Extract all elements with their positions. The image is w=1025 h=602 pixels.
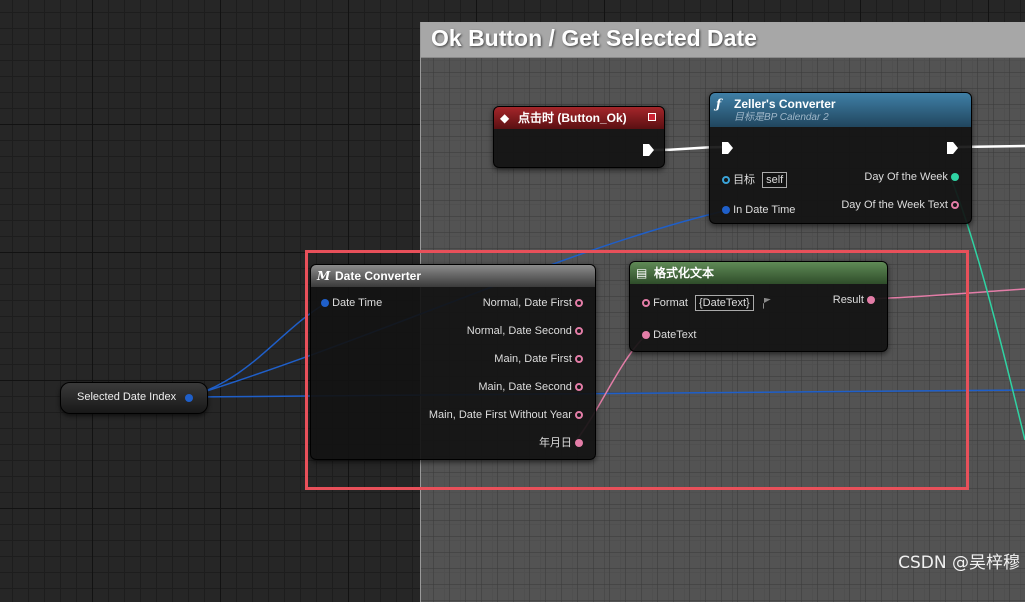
event-node-title: 点击时 (Button_Ok) xyxy=(518,111,627,125)
output-pin-row[interactable]: Main, Date First Without Year xyxy=(429,408,583,422)
date-converter-title: Date Converter xyxy=(335,269,422,283)
date-text-label: DateText xyxy=(653,329,697,341)
date-time-input-row[interactable]: Date Time xyxy=(321,296,382,310)
target-label: 目标 xyxy=(733,174,756,186)
target-pin[interactable] xyxy=(722,176,730,185)
day-of-week-pin-row[interactable]: Day Of the Week xyxy=(864,170,959,184)
output-label: Main, Date First xyxy=(494,353,572,365)
delegate-square-icon[interactable] xyxy=(648,113,656,121)
watermark: CSDN @吴梓穆 xyxy=(898,553,1020,573)
in-date-time-pin-row[interactable]: In Date Time xyxy=(722,203,795,217)
output-label: Normal, Date First xyxy=(482,297,572,309)
day-of-week-text-pin[interactable] xyxy=(951,201,959,210)
day-of-week-pin[interactable] xyxy=(951,173,959,182)
output-pin[interactable] xyxy=(575,411,583,420)
format-text-node[interactable]: ▤ 格式化文本 Format {DateText} Result DateTex… xyxy=(629,261,888,352)
output-pin[interactable] xyxy=(575,355,583,364)
format-text-icon: ▤ xyxy=(636,266,648,280)
result-pin-row[interactable]: Result xyxy=(833,293,875,307)
output-pin-row[interactable]: Normal, Date Second xyxy=(467,324,583,338)
event-node-header[interactable]: ◆ 点击时 (Button_Ok) xyxy=(494,107,664,129)
format-value-field[interactable]: {DateText} xyxy=(694,295,754,311)
datetime-wire-converter xyxy=(187,302,327,398)
output-pin-row[interactable]: Main, Date Second xyxy=(478,380,583,394)
format-pin-row[interactable]: Format {DateText} xyxy=(642,295,771,311)
day-of-week-text-label: Day Of the Week Text xyxy=(841,199,948,211)
format-label: Format xyxy=(653,297,688,309)
exec-input-pin[interactable] xyxy=(722,142,733,154)
selected-date-index-pin[interactable] xyxy=(185,394,193,402)
in-date-time-pin[interactable] xyxy=(722,206,730,215)
output-pin[interactable] xyxy=(575,383,583,392)
date-time-input-pin[interactable] xyxy=(321,299,329,308)
date-converter-header[interactable]: M Date Converter xyxy=(311,265,595,287)
event-node-button-ok[interactable]: ◆ 点击时 (Button_Ok) xyxy=(493,106,665,168)
zeller-node-header[interactable]: ƒ Zeller's Converter 目标是BP Calendar 2 xyxy=(710,93,971,127)
date-text-pin-row[interactable]: DateText xyxy=(642,328,696,342)
function-f-icon: ƒ xyxy=(716,97,722,111)
exec-output-pin[interactable] xyxy=(643,144,654,156)
output-pin-row[interactable]: 年月日 xyxy=(539,436,583,450)
output-pin[interactable] xyxy=(575,327,583,336)
day-of-week-label: Day Of the Week xyxy=(864,171,948,183)
selected-date-index-node[interactable]: Selected Date Index xyxy=(60,382,208,414)
macro-m-icon: M xyxy=(317,269,331,283)
in-date-time-label: In Date Time xyxy=(733,204,796,216)
result-pin[interactable] xyxy=(867,296,875,305)
zeller-converter-node[interactable]: ƒ Zeller's Converter 目标是BP Calendar 2 目标… xyxy=(709,92,972,224)
result-label: Result xyxy=(832,294,864,306)
date-text-pin[interactable] xyxy=(642,331,650,340)
selected-date-index-label: Selected Date Index xyxy=(77,391,177,403)
output-label: 年月日 xyxy=(538,437,572,449)
format-text-title: 格式化文本 xyxy=(654,266,715,280)
output-label: Main, Date First Without Year xyxy=(428,409,572,421)
exec-output-pin[interactable] xyxy=(947,142,958,154)
target-value-field[interactable]: self xyxy=(762,172,788,188)
zeller-node-subtitle: 目标是BP Calendar 2 xyxy=(734,112,829,123)
event-diamond-icon: ◆ xyxy=(500,111,510,125)
format-text-header[interactable]: ▤ 格式化文本 xyxy=(630,262,887,284)
output-pin[interactable] xyxy=(575,299,583,308)
target-pin-row[interactable]: 目标 self xyxy=(722,172,788,188)
localization-flag-icon[interactable] xyxy=(762,297,771,309)
format-pin[interactable] xyxy=(642,299,650,308)
date-time-input-label: Date Time xyxy=(332,297,383,309)
output-pin-row[interactable]: Main, Date First xyxy=(494,352,583,366)
text-wire-result xyxy=(867,288,1025,300)
date-converter-node[interactable]: M Date Converter Date Time Normal, Date … xyxy=(310,264,596,460)
zeller-node-title: Zeller's Converter xyxy=(734,97,836,111)
output-label: Normal, Date Second xyxy=(466,325,572,337)
output-label: Main, Date Second xyxy=(478,381,572,393)
output-pin[interactable] xyxy=(575,439,583,448)
output-pin-row[interactable]: Normal, Date First xyxy=(483,296,583,310)
day-of-week-text-pin-row[interactable]: Day Of the Week Text xyxy=(841,198,959,212)
